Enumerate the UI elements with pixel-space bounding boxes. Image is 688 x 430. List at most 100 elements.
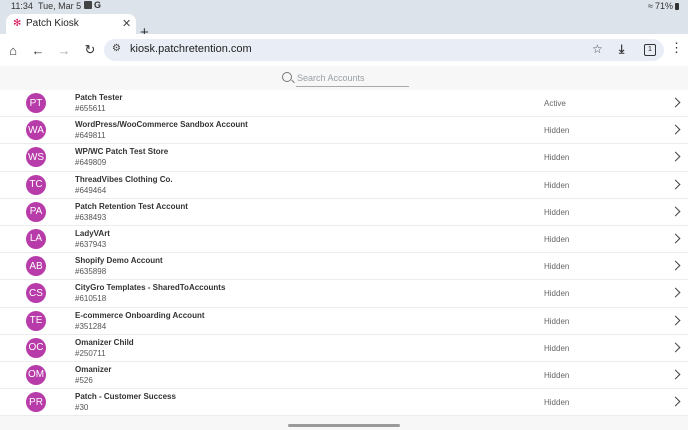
chevron-right-icon[interactable] bbox=[670, 124, 681, 135]
tab-strip: ✻ Patch Kiosk ✕ + bbox=[0, 12, 688, 40]
account-id: #250711 bbox=[75, 348, 106, 358]
account-row[interactable]: CS CityGro Templates - SharedToAccounts #6… bbox=[0, 280, 688, 308]
chevron-right-icon[interactable] bbox=[670, 151, 681, 162]
account-row[interactable]: WS WP/WC Patch Test Store #649809 Hidden bbox=[0, 144, 688, 172]
account-name: WordPress/WooCommerce Sandbox Account bbox=[75, 120, 248, 130]
account-status: Hidden bbox=[544, 207, 570, 217]
chevron-right-icon[interactable] bbox=[670, 260, 681, 271]
image-notification-icon bbox=[84, 1, 92, 9]
close-tab-icon[interactable]: ✕ bbox=[122, 17, 131, 30]
chevron-right-icon[interactable] bbox=[670, 233, 681, 244]
chevron-right-icon[interactable] bbox=[670, 287, 681, 298]
status-date: Tue, Mar 5 bbox=[38, 1, 82, 11]
account-status: Active bbox=[544, 99, 566, 108]
chevron-right-icon[interactable] bbox=[670, 97, 681, 108]
account-name: Patch Retention Test Account bbox=[75, 201, 188, 211]
account-id: #637943 bbox=[75, 239, 107, 249]
more-menu-icon[interactable]: ⋮ bbox=[670, 40, 683, 56]
account-name: CityGro Templates - SharedToAccounts bbox=[75, 283, 226, 293]
account-status: Hidden bbox=[544, 262, 570, 272]
forward-arrow-icon[interactable]: → bbox=[54, 40, 74, 60]
url-text[interactable]: kiosk.patchretention.com bbox=[130, 43, 252, 55]
notification-icons: G bbox=[84, 1, 101, 10]
account-id: #638493 bbox=[75, 212, 107, 222]
back-arrow-icon[interactable]: ← bbox=[28, 40, 48, 60]
wifi-icon: ≈ bbox=[648, 1, 653, 11]
reload-icon[interactable]: ↻ bbox=[80, 40, 100, 60]
search-icon bbox=[282, 72, 292, 82]
home-indicator[interactable] bbox=[288, 424, 400, 427]
account-name: Omanizer bbox=[75, 364, 112, 374]
battery-icon bbox=[675, 2, 679, 10]
account-row[interactable]: TC ThreadVibes Clothing Co. #649464 Hidden bbox=[0, 171, 688, 199]
account-avatar: WS bbox=[26, 147, 46, 168]
account-avatar: PR bbox=[26, 392, 46, 413]
account-status: Hidden bbox=[544, 180, 570, 190]
search-bar bbox=[0, 66, 688, 90]
account-name: LadyVArt bbox=[75, 228, 110, 238]
chevron-right-icon[interactable] bbox=[670, 179, 681, 190]
account-status: Hidden bbox=[544, 126, 570, 136]
chevron-right-icon[interactable] bbox=[670, 315, 681, 325]
account-row[interactable]: LA LadyVArt #637943 Hidden bbox=[0, 225, 688, 254]
status-right: ≈ 71% bbox=[648, 1, 679, 11]
account-id: #351284 bbox=[75, 321, 107, 331]
google-notification-icon: G bbox=[94, 0, 102, 10]
account-row[interactable]: OM Omanizer #526 Hidden bbox=[0, 361, 688, 390]
account-avatar: CS bbox=[26, 283, 46, 304]
account-id: #526 bbox=[75, 375, 93, 385]
account-avatar: OM bbox=[26, 364, 46, 385]
account-id: #610518 bbox=[75, 294, 107, 304]
account-status: Hidden bbox=[544, 316, 570, 326]
account-row[interactable]: WA WordPress/WooCommerce Sandbox Account #… bbox=[0, 117, 688, 145]
account-list: PT Patch Tester #655611 Active WA WordPress/W… bbox=[0, 90, 688, 417]
account-name: E-commerce Onboarding Account bbox=[75, 310, 205, 320]
account-avatar: LA bbox=[26, 228, 46, 249]
account-id: #649464 bbox=[75, 185, 107, 195]
account-status: Hidden bbox=[544, 343, 570, 353]
account-row[interactable]: OC Omanizer Child #250711 Hidden bbox=[0, 334, 688, 362]
account-avatar: OC bbox=[26, 337, 46, 358]
account-row[interactable]: PA Patch Retention Test Account #638493 Hid… bbox=[0, 198, 688, 226]
account-avatar: PT bbox=[26, 93, 46, 113]
account-name: Omanizer Child bbox=[75, 337, 134, 347]
patch-favicon-icon: ✻ bbox=[13, 18, 22, 29]
home-icon[interactable]: ⌂ bbox=[3, 40, 23, 60]
status-time: 11:34 bbox=[11, 1, 33, 11]
chevron-right-icon[interactable] bbox=[670, 396, 681, 407]
chevron-right-icon[interactable] bbox=[670, 342, 681, 353]
tab-patch-kiosk[interactable]: ✻ Patch Kiosk ✕ bbox=[6, 14, 136, 34]
account-status: Hidden bbox=[544, 234, 570, 244]
account-id: #649811 bbox=[75, 131, 106, 141]
account-row[interactable]: PR Patch - Customer Success #30 Hidden bbox=[0, 389, 688, 417]
page-content: PT Patch Tester #655611 Active WA WordPress/W… bbox=[0, 66, 688, 430]
browser-toolbar: ⌂ ← → ↻ ⚙ kiosk.patchretention.com ☆ ⤓ 1… bbox=[0, 34, 688, 67]
chevron-right-icon[interactable] bbox=[670, 369, 681, 380]
account-id: #655611 bbox=[75, 104, 106, 113]
tab-title: Patch Kiosk bbox=[26, 18, 79, 29]
account-avatar: TE bbox=[26, 310, 46, 331]
account-name: WP/WC Patch Test Store bbox=[75, 147, 169, 157]
search-accounts-input[interactable] bbox=[296, 70, 409, 87]
account-avatar: PA bbox=[26, 201, 46, 222]
account-row[interactable]: TE E-commerce Onboarding Account #351284 Hi… bbox=[0, 307, 688, 335]
chevron-right-icon[interactable] bbox=[670, 206, 681, 217]
tab-switcher-button[interactable]: 1 bbox=[644, 44, 656, 56]
account-status: Hidden bbox=[544, 153, 570, 163]
account-avatar: TC bbox=[26, 174, 46, 195]
download-icon[interactable]: ⤓ bbox=[619, 42, 624, 57]
account-name: Shopify Demo Account bbox=[75, 256, 163, 266]
account-status: Hidden bbox=[544, 398, 570, 408]
account-name: Patch Tester bbox=[75, 93, 123, 102]
site-settings-icon[interactable]: ⚙ bbox=[112, 43, 121, 54]
account-id: #649809 bbox=[75, 158, 107, 168]
battery-percent: 71% bbox=[654, 1, 673, 11]
account-row[interactable]: AB Shopify Demo Account #635898 Hidden bbox=[0, 253, 688, 281]
account-row[interactable]: PT Patch Tester #655611 Active bbox=[0, 90, 688, 118]
bookmark-star-icon[interactable]: ☆ bbox=[592, 42, 603, 56]
account-status: Hidden bbox=[544, 370, 570, 380]
account-name: ThreadVibes Clothing Co. bbox=[75, 174, 173, 184]
account-id: #30 bbox=[75, 403, 89, 413]
address-bar[interactable]: ⚙ kiosk.patchretention.com ☆ ⤓ bbox=[104, 39, 664, 61]
account-avatar: WA bbox=[26, 120, 46, 141]
